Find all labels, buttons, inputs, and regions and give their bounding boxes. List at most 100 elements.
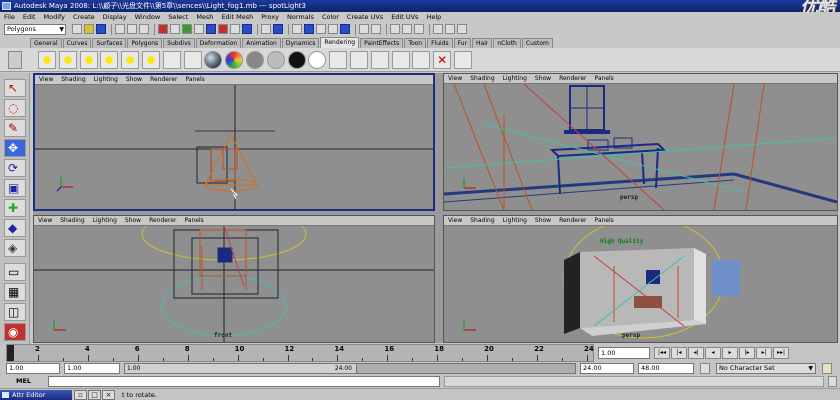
toggle-channel-box-icon[interactable] xyxy=(433,24,443,34)
go-to-start-button[interactable]: |◂◂ xyxy=(654,347,670,359)
blinn-icon[interactable] xyxy=(245,50,264,69)
attribute-editor-task[interactable]: Attr Editor xyxy=(0,390,72,400)
panel-menu-renderer[interactable]: Renderer xyxy=(559,217,586,224)
restore-icon[interactable]: ▫ xyxy=(74,390,87,400)
mask-rendering-icon[interactable] xyxy=(230,24,240,34)
mask-surfaces-icon[interactable] xyxy=(194,24,204,34)
lambert-icon[interactable] xyxy=(204,50,223,69)
step-back-key-button[interactable]: ◂| xyxy=(688,347,704,359)
batch-render-icon[interactable] xyxy=(391,50,410,69)
toggle-tool-settings-icon[interactable] xyxy=(457,24,467,34)
soft-mod-icon[interactable]: ◆ xyxy=(4,219,26,237)
single-perspective-layout-icon[interactable]: ▭ xyxy=(4,263,26,281)
select-hierarchy-icon[interactable] xyxy=(115,24,125,34)
tab-toon[interactable]: Toon xyxy=(404,38,427,48)
command-input[interactable] xyxy=(48,376,440,387)
menu-set-select[interactable]: Polygons ▼ xyxy=(4,23,66,35)
mask-joints-icon[interactable] xyxy=(170,24,180,34)
mask-curves-icon[interactable] xyxy=(182,24,192,34)
two-view-layout-icon[interactable]: ◫ xyxy=(4,303,26,321)
menu-color[interactable]: Color xyxy=(322,13,339,21)
highlight-selection-icon[interactable] xyxy=(273,24,283,34)
close-icon[interactable]: × xyxy=(102,390,115,400)
panel-menu-shading[interactable]: Shading xyxy=(470,75,494,82)
menu-edit-uvs[interactable]: Edit UVs xyxy=(391,13,418,21)
lock-selection-icon[interactable] xyxy=(261,24,271,34)
mask-handles-icon[interactable] xyxy=(158,24,168,34)
area-light-icon[interactable] xyxy=(141,50,160,69)
panel-menu-panels[interactable]: Panels xyxy=(594,75,613,82)
show-manipulator-icon[interactable]: ◈ xyxy=(4,239,26,257)
step-forward-frame-button[interactable]: ▸| xyxy=(756,347,772,359)
ambient-light-icon[interactable] xyxy=(58,50,77,69)
four-view-layout-icon[interactable]: ▦ xyxy=(4,283,26,301)
panel-menu-panels[interactable]: Panels xyxy=(184,217,203,224)
panel-menu-lighting[interactable]: Lighting xyxy=(93,217,117,224)
menu-window[interactable]: Window xyxy=(135,13,161,21)
menu-select[interactable]: Select xyxy=(168,13,188,21)
viewport-bottom-left[interactable]: View Shading Lighting Show Renderer Pane… xyxy=(33,215,435,343)
panel-menu-panels[interactable]: Panels xyxy=(185,76,204,83)
camera-icon[interactable] xyxy=(38,50,56,69)
volume-light-icon[interactable] xyxy=(162,50,181,69)
make-live-icon[interactable] xyxy=(340,24,350,34)
surface-shader-icon[interactable] xyxy=(287,50,306,69)
light-link-icon[interactable] xyxy=(183,50,202,69)
viewport-top-right[interactable]: View Shading Lighting Show Renderer Pane… xyxy=(443,73,838,211)
animation-end-field[interactable]: 48.00 xyxy=(638,363,694,374)
move-tool-icon[interactable]: ✥ xyxy=(4,139,26,157)
menu-modify[interactable]: Modify xyxy=(43,13,65,21)
tab-fur[interactable]: Fur xyxy=(453,38,472,48)
panel-menu-renderer[interactable]: Renderer xyxy=(150,76,177,83)
panel-menu-show[interactable]: Show xyxy=(535,75,551,82)
phong-icon[interactable] xyxy=(266,50,285,69)
ipr-icon[interactable] xyxy=(402,24,412,34)
tab-animation[interactable]: Animation xyxy=(242,38,281,48)
panel-menu-view[interactable]: View xyxy=(39,76,53,83)
tab-general[interactable]: General xyxy=(30,38,62,48)
panel-menu-shading[interactable]: Shading xyxy=(470,217,494,224)
panel-menu-show[interactable]: Show xyxy=(125,217,141,224)
paint-icon[interactable] xyxy=(453,50,472,69)
select-tool-icon[interactable]: ↖ xyxy=(4,79,26,97)
new-scene-icon[interactable] xyxy=(72,24,82,34)
script-language-label[interactable]: MEL xyxy=(16,377,31,385)
tab-subdivs[interactable]: Subdivs xyxy=(163,38,195,48)
tab-hair[interactable]: Hair xyxy=(472,38,493,48)
render-view-icon[interactable] xyxy=(329,50,348,69)
viewport-top-left[interactable]: View Shading Lighting Show Renderer Pane… xyxy=(33,73,435,211)
render-globals-icon[interactable] xyxy=(370,50,389,69)
snap-grid-icon[interactable] xyxy=(292,24,302,34)
tab-surfaces[interactable]: Surfaces xyxy=(92,38,127,48)
range-handle[interactable]: 1.00 24.00 xyxy=(125,364,357,373)
panel-menu-lighting[interactable]: Lighting xyxy=(503,75,527,82)
play-backwards-button[interactable]: ◂ xyxy=(705,347,721,359)
render-icon[interactable] xyxy=(390,24,400,34)
panel-menu-lighting[interactable]: Lighting xyxy=(94,76,118,83)
tab-curves[interactable]: Curves xyxy=(62,38,92,48)
panel-menu-show[interactable]: Show xyxy=(126,76,142,83)
ipr-render-icon[interactable] xyxy=(412,50,431,69)
script-editor-icon[interactable] xyxy=(828,376,837,387)
play-forwards-button[interactable]: ▸ xyxy=(722,347,738,359)
snap-view-plane-icon[interactable] xyxy=(328,24,338,34)
input-output-icon[interactable] xyxy=(359,24,369,34)
tab-painteffects[interactable]: PaintEffects xyxy=(360,38,404,48)
folder-icon[interactable] xyxy=(84,24,94,34)
shelf-menu-icon[interactable] xyxy=(8,50,22,69)
snap-point-icon[interactable] xyxy=(316,24,326,34)
playback-end-field[interactable]: 24.00 xyxy=(580,363,634,374)
mask-dynamics-icon[interactable] xyxy=(218,24,228,34)
use-background-icon[interactable] xyxy=(308,50,327,69)
snap-curve-icon[interactable] xyxy=(304,24,314,34)
panel-menu-lighting[interactable]: Lighting xyxy=(503,217,527,224)
hypershade-icon[interactable] xyxy=(349,50,368,69)
go-to-end-button[interactable]: ▸▸| xyxy=(773,347,789,359)
auto-key-icon[interactable] xyxy=(822,363,832,374)
paint-select-tool-icon[interactable]: ✎ xyxy=(4,119,26,137)
timeline-track[interactable]: 2 4 6 8 10 12 14 16 18 20 22 24 xyxy=(6,344,594,362)
menu-create-uvs[interactable]: Create UVs xyxy=(347,13,383,21)
panel-menu-view[interactable]: View xyxy=(448,217,462,224)
menu-display[interactable]: Display xyxy=(103,13,127,21)
tab-rendering[interactable]: Rendering xyxy=(320,37,360,48)
